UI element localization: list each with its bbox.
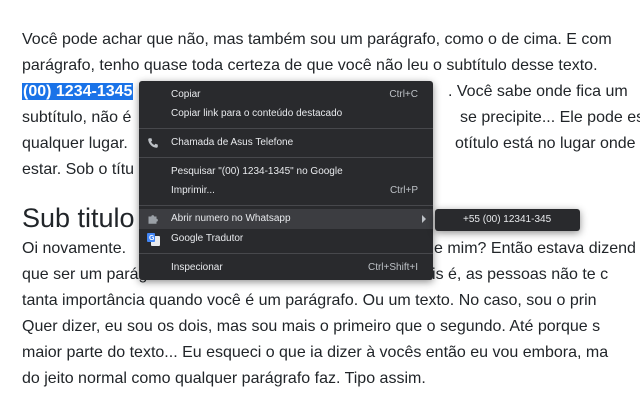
menu-item-label: Chamada de Asus Telefone bbox=[171, 137, 294, 148]
menu-item-google-translate[interactable]: G Google Tradutor bbox=[139, 229, 433, 249]
paragraph-line: parágrafo, tenho quase toda certeza de q… bbox=[22, 57, 598, 74]
subtitle-heading: Sub titulo bbox=[22, 203, 135, 233]
menu-item-whatsapp[interactable]: Abrir numero no Whatsapp bbox=[139, 209, 433, 229]
menu-item-inspect[interactable]: Inspecionar Ctrl+Shift+I bbox=[139, 258, 433, 278]
menu-item-label: Google Tradutor bbox=[171, 233, 244, 244]
menu-item-search-google[interactable]: Pesquisar "(00) 1234-1345" no Google bbox=[139, 162, 433, 182]
submenu-item-phone-number[interactable]: +55 (00) 12341-345 bbox=[463, 209, 551, 231]
menu-item-label: Copiar bbox=[171, 89, 201, 100]
paragraph-line-tail: otítulo está no lugar onde c bbox=[455, 135, 640, 152]
menu-separator bbox=[139, 128, 433, 129]
paragraph-line-head: Oi novamente. bbox=[22, 240, 127, 257]
phone-icon bbox=[147, 137, 159, 149]
menu-item-print[interactable]: Imprimir... Ctrl+P bbox=[139, 181, 433, 201]
menu-item-call[interactable]: Chamada de Asus Telefone bbox=[139, 133, 433, 153]
paragraph-line-tail: se precipite... Ele pode esta bbox=[460, 109, 640, 126]
chevron-right-icon bbox=[422, 215, 426, 223]
paragraph-line: tanta importância quando você é um parág… bbox=[22, 292, 597, 309]
paragraph-line: Você pode achar que não, mas também sou … bbox=[22, 31, 612, 48]
menu-separator bbox=[139, 157, 433, 158]
menu-item-label: Pesquisar "(00) 1234-1345" no Google bbox=[171, 166, 343, 177]
menu-item-copy-link[interactable]: Copiar link para o conteúdo destacado bbox=[139, 104, 433, 124]
google-translate-icon: G bbox=[147, 233, 160, 246]
menu-item-shortcut: Ctrl+P bbox=[389, 185, 418, 196]
menu-item-label: Copiar link para o conteúdo destacado bbox=[171, 108, 343, 119]
svg-text:G: G bbox=[149, 235, 155, 242]
paragraph-line-head: subtítulo, não é bbox=[22, 109, 132, 126]
menu-item-shortcut: Ctrl+Shift+I bbox=[367, 262, 418, 273]
paragraph-line: maior parte do texto... Eu esqueci o que… bbox=[22, 344, 609, 361]
menu-item-shortcut: Ctrl+C bbox=[389, 89, 418, 100]
menu-separator bbox=[139, 253, 433, 254]
menu-item-copy[interactable]: Copiar Ctrl+C bbox=[139, 85, 433, 105]
paragraph-line-tail: . Você sabe onde fica um bbox=[448, 83, 628, 100]
menu-item-label: Abrir numero no Whatsapp bbox=[171, 213, 291, 224]
puzzle-extension-icon bbox=[147, 213, 159, 225]
paragraph-line-head: qualquer lugar. bbox=[22, 135, 128, 152]
paragraph-line-tail: e mim? Então estava dizend bbox=[434, 240, 636, 257]
context-menu: Copiar Ctrl+C Copiar link para o conteúd… bbox=[139, 81, 433, 280]
selected-phone-text[interactable]: (00) 1234-1345 bbox=[22, 83, 134, 100]
menu-item-label: Imprimir... bbox=[171, 185, 215, 196]
menu-item-label: Inspecionar bbox=[171, 262, 223, 273]
paragraph-line: Quer dizer, eu sou os dois, mas sou mais… bbox=[22, 318, 601, 335]
paragraph-line: do jeito normal como qualquer parágrafo … bbox=[22, 370, 426, 387]
menu-separator bbox=[139, 205, 433, 206]
whatsapp-submenu: +55 (00) 12341-345 bbox=[435, 209, 580, 231]
